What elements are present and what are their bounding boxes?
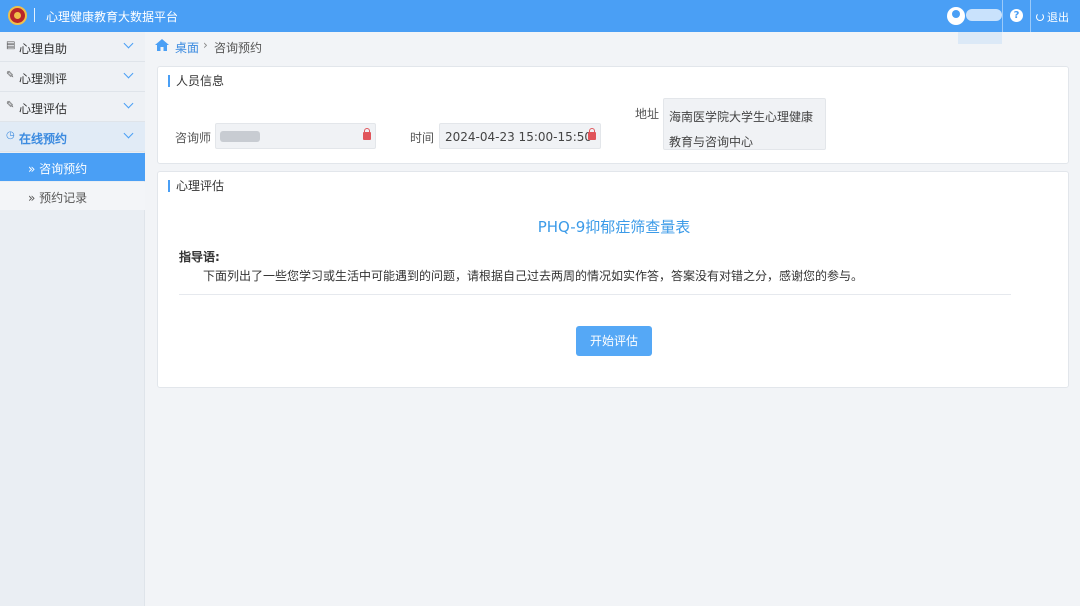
university-logo-icon	[8, 6, 27, 25]
address-label: 地址	[635, 107, 660, 121]
time-field[interactable]: 2024-04-23 15:00-15:50	[439, 123, 601, 149]
user-dropdown-redacted	[958, 32, 1002, 44]
address-field[interactable]: 海南医学院大学生心理健康教育与咨询中心	[663, 98, 826, 150]
topbar-divider	[1002, 0, 1003, 32]
book-icon: ▤	[6, 40, 16, 51]
guide-text: 下面列出了一些您学习或生活中可能遇到的问题，请根据自己过去两周的情况如实作答，答…	[203, 269, 864, 283]
person-info-title: 人员信息	[168, 75, 224, 87]
sidebar-subitem-label: » 预约记录	[28, 191, 88, 205]
sidebar-item-self-help[interactable]: ▤ 心理自助	[0, 32, 145, 62]
sidebar-item-online-booking[interactable]: ◷ 在线预约	[0, 122, 145, 152]
sidebar-subitem-booking-records[interactable]: » 预约记录	[0, 182, 145, 210]
counselor-name-redacted	[220, 131, 260, 142]
chevron-down-icon	[123, 98, 134, 109]
lock-icon	[363, 128, 371, 140]
logout-button[interactable]: 退出	[1036, 9, 1069, 25]
person-info-card: 人员信息 咨询师 时间 2024-04-23 15:00-15:50 地址 海南…	[157, 66, 1069, 164]
help-icon[interactable]: ?	[1010, 9, 1023, 22]
time-label: 时间	[410, 131, 435, 145]
user-avatar-icon[interactable]	[947, 7, 965, 25]
assessment-card: 心理评估 PHQ-9抑郁症筛查量表 指导语: 下面列出了一些您学习或生活中可能遇…	[157, 171, 1069, 388]
guide-label: 指导语:	[179, 250, 220, 264]
top-bar: 心理健康教育大数据平台 ? 退出	[0, 0, 1080, 32]
start-assessment-button[interactable]: 开始评估	[576, 326, 652, 356]
topbar-divider	[1030, 0, 1031, 32]
sidebar-item-psych-test[interactable]: ✎ 心理测评	[0, 62, 145, 92]
logout-label: 退出	[1047, 11, 1069, 24]
counselor-field[interactable]	[215, 123, 376, 149]
lock-icon	[588, 128, 596, 140]
title-separator	[34, 8, 35, 22]
breadcrumb-current: 咨询预约	[214, 41, 263, 55]
divider	[179, 294, 1011, 295]
power-icon	[1036, 13, 1044, 21]
home-icon[interactable]	[155, 39, 169, 51]
sidebar-item-label: 在线预约	[19, 132, 68, 146]
breadcrumb-separator: ›	[203, 38, 208, 52]
breadcrumb-home-link[interactable]: 桌面	[175, 39, 199, 56]
chevron-down-icon	[123, 128, 134, 139]
sidebar-subitem-label: » 咨询预约	[28, 162, 88, 176]
chevron-down-icon	[123, 38, 134, 49]
clock-icon: ◷	[6, 130, 15, 141]
edit-icon: ✎	[6, 100, 15, 111]
chevron-down-icon	[123, 68, 134, 79]
assessment-title: 心理评估	[168, 180, 224, 192]
sidebar-item-label: 心理测评	[19, 72, 68, 86]
time-value: 2024-04-23 15:00-15:50	[445, 130, 593, 144]
sidebar-subitem-consult-booking[interactable]: » 咨询预约	[0, 153, 145, 181]
questionnaire-title: PHQ-9抑郁症筛查量表	[537, 218, 691, 236]
user-name-redacted[interactable]	[966, 9, 1002, 21]
edit-icon: ✎	[6, 70, 15, 81]
sidebar-item-label: 心理评估	[19, 102, 68, 116]
sidebar-item-psych-assessment[interactable]: ✎ 心理评估	[0, 92, 145, 122]
address-value: 海南医学院大学生心理健康教育与咨询中心	[669, 110, 814, 149]
sidebar: ▤ 心理自助 ✎ 心理测评 ✎ 心理评估 ◷ 在线预约 » 咨询预约 » 预约记…	[0, 32, 145, 606]
counselor-label: 咨询师	[175, 131, 212, 145]
app-title: 心理健康教育大数据平台	[46, 10, 179, 24]
sidebar-item-label: 心理自助	[19, 42, 68, 56]
